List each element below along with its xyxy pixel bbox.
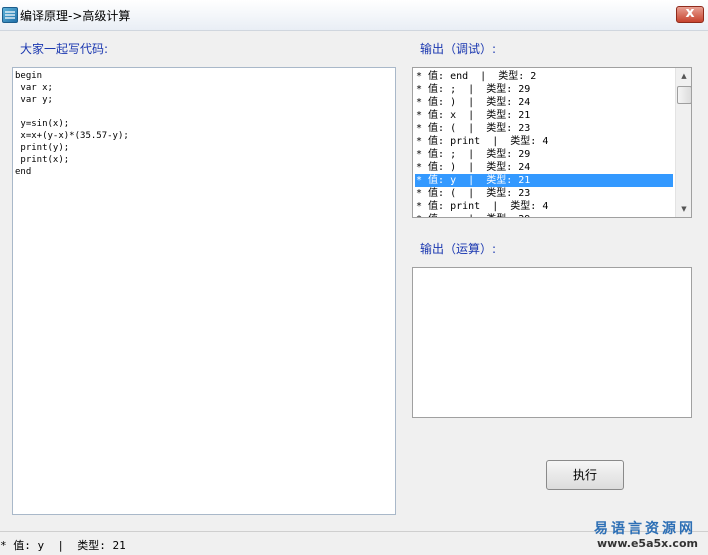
code-line: begin xyxy=(15,71,43,81)
debug-list-item[interactable]: * 值: print | 类型: 4 xyxy=(415,135,673,148)
code-line: x=x+(y-x)*(35.57-y); xyxy=(15,131,129,141)
code-line: print(y); xyxy=(15,143,70,153)
debug-list-item[interactable]: * 值: end | 类型: 2 xyxy=(415,70,673,83)
debug-list-item[interactable]: * 值: x | 类型: 21 xyxy=(415,109,673,122)
code-editor[interactable]: begin var x; var y; y=sin(x); x=x+(y-x)*… xyxy=(12,67,396,515)
debug-list-item[interactable]: * 值: ; | 类型: 29 xyxy=(415,148,673,161)
scroll-up-arrow-icon[interactable]: ▲ xyxy=(676,68,691,84)
debug-list-scrollbar[interactable]: ▲ ▼ xyxy=(675,68,691,217)
debug-list-item[interactable]: * 值: ; | 类型: 29 xyxy=(415,83,673,96)
code-line: y=sin(x); xyxy=(15,119,70,129)
window-title: 编译原理->高级计算 xyxy=(20,9,131,23)
debug-output-list[interactable]: * 值: end | 类型: 2 * 值: ; | 类型: 29 * 值: ) | … xyxy=(412,67,692,218)
scroll-down-arrow-icon[interactable]: ▼ xyxy=(676,201,691,217)
main-window: 编译原理->高级计算 x 大家一起写代码: 输出（调试）: 输出（运算）: be… xyxy=(0,0,708,555)
debug-list-item[interactable]: * 值: ) | 类型: 24 xyxy=(415,161,673,174)
execute-button[interactable]: 执行 xyxy=(546,460,624,490)
code-line: var x; xyxy=(15,83,53,93)
code-line: end xyxy=(15,167,32,177)
debug-list-item[interactable]: * 值: ; | 类型: 29 xyxy=(415,213,673,217)
app-icon xyxy=(2,7,18,23)
watermark-url: www.e5a5x.com xyxy=(597,537,698,550)
calc-output-box[interactable] xyxy=(412,267,692,418)
debug-list-item[interactable]: * 值: ) | 类型: 24 xyxy=(415,96,673,109)
watermark-cn: 易语言资源网 xyxy=(594,521,696,537)
debug-list-item[interactable]: * 值: print | 类型: 4 xyxy=(415,200,673,213)
debug-list-item[interactable]: * 值: ( | 类型: 23 xyxy=(415,187,673,200)
scroll-thumb[interactable] xyxy=(677,86,691,104)
close-icon: x xyxy=(685,5,695,21)
title-bar[interactable]: 编译原理->高级计算 x xyxy=(0,0,708,31)
calc-output-label: 输出（运算）: xyxy=(420,242,497,256)
code-line: var y; xyxy=(15,95,53,105)
code-label: 大家一起写代码: xyxy=(20,42,109,56)
debug-list-item[interactable]: * 值: y | 类型: 21 xyxy=(415,174,673,187)
debug-list-item[interactable]: * 值: ( | 类型: 23 xyxy=(415,122,673,135)
debug-output-label: 输出（调试）: xyxy=(420,42,497,56)
status-text: * 值: y | 类型: 21 xyxy=(0,539,126,552)
debug-list-items: * 值: end | 类型: 2 * 值: ; | 类型: 29 * 值: ) | … xyxy=(415,70,673,217)
close-button[interactable]: x xyxy=(676,5,704,23)
code-line: print(x); xyxy=(15,155,70,165)
